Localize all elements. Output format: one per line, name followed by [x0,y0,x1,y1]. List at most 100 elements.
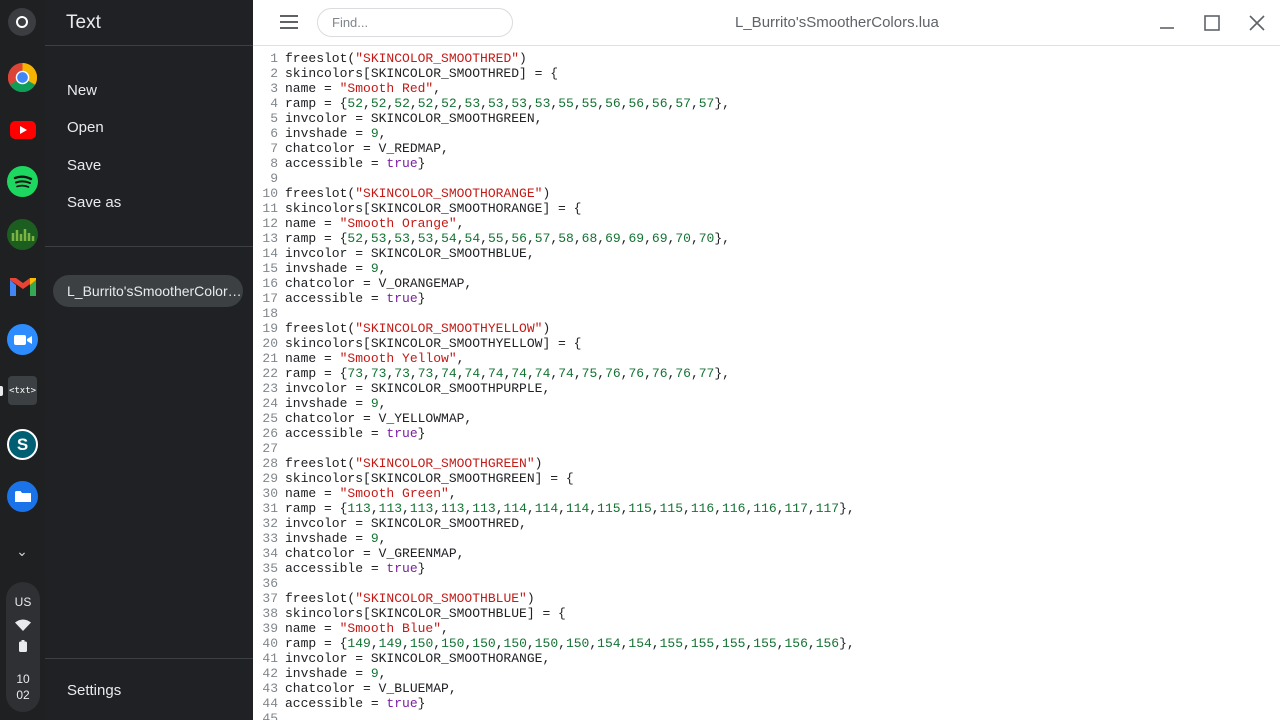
code-text[interactable]: accessible = true} [285,291,425,306]
code-line[interactable]: 45 [253,711,285,720]
code-text[interactable]: freeslot("SKINCOLOR_SMOOTHORANGE") [285,186,550,201]
code-text[interactable]: skincolors[SKINCOLOR_SMOOTHRED] = { [285,66,558,81]
code-line[interactable]: 1 freeslot("SKINCOLOR_SMOOTHRED") [253,51,527,66]
save-button[interactable]: Save [67,157,101,174]
code-text[interactable]: chatcolor = V_REDMAP, [285,141,449,156]
text-app-icon[interactable]: <txt> [8,376,37,405]
status-tray[interactable]: US 10 02 [6,582,40,712]
spotify-icon[interactable] [7,166,38,197]
code-line[interactable]: 24 invshade = 9, [253,396,386,411]
code-text[interactable]: ramp = {73,73,73,73,74,74,74,74,74,74,75… [285,366,730,381]
shelf-overflow-chevron-icon[interactable]: ⌄ [12,544,32,562]
code-line[interactable]: 21 name = "Smooth Yellow", [253,351,464,366]
code-text[interactable]: invshade = 9, [285,666,386,681]
code-text[interactable]: freeslot("SKINCOLOR_SMOOTHYELLOW") [285,321,550,336]
code-text[interactable]: name = "Smooth Green", [285,486,457,501]
minimize-icon[interactable] [1156,12,1178,34]
code-text[interactable]: invcolor = SKINCOLOR_SMOOTHORANGE, [285,651,550,666]
code-line[interactable]: 15 invshade = 9, [253,261,386,276]
code-line[interactable]: 18 [253,306,285,321]
code-text[interactable]: invshade = 9, [285,396,386,411]
code-text[interactable]: accessible = true} [285,426,425,441]
code-text[interactable]: ramp = {52,52,52,52,52,53,53,53,53,55,55… [285,96,730,111]
code-text[interactable]: invshade = 9, [285,531,386,546]
code-text[interactable]: freeslot("SKINCOLOR_SMOOTHBLUE") [285,591,535,606]
code-line[interactable]: 39 name = "Smooth Blue", [253,621,448,636]
gmail-icon[interactable] [7,271,38,302]
code-line[interactable]: 31 ramp = {113,113,113,113,113,114,114,11… [253,501,855,516]
code-line[interactable]: 44 accessible = true} [253,696,425,711]
code-line[interactable]: 43 chatcolor = V_BLUEMAP, [253,681,457,696]
code-text[interactable]: invcolor = SKINCOLOR_SMOOTHPURPLE, [285,381,550,396]
code-line[interactable]: 16 chatcolor = V_ORANGEMAP, [253,276,472,291]
maximize-icon[interactable] [1201,12,1223,34]
code-line[interactable]: 14 invcolor = SKINCOLOR_SMOOTHBLUE, [253,246,535,261]
code-line[interactable]: 17 accessible = true} [253,291,425,306]
open-button[interactable]: Open [67,119,104,136]
code-text[interactable]: ramp = {113,113,113,113,113,114,114,114,… [285,501,855,516]
s-app-icon[interactable]: S [7,429,38,460]
code-text[interactable]: skincolors[SKINCOLOR_SMOOTHORANGE] = { [285,201,581,216]
code-text[interactable]: invshade = 9, [285,126,386,141]
launcher-button[interactable] [8,8,36,36]
code-line[interactable]: 13 ramp = {52,53,53,53,54,54,55,56,57,58,… [253,231,730,246]
code-text[interactable]: ramp = {149,149,150,150,150,150,150,150,… [285,636,855,651]
code-text[interactable]: skincolors[SKINCOLOR_SMOOTHGREEN] = { [285,471,574,486]
code-line[interactable]: 41 invcolor = SKINCOLOR_SMOOTHORANGE, [253,651,550,666]
code-line[interactable]: 10 freeslot("SKINCOLOR_SMOOTHORANGE") [253,186,550,201]
youtube-icon[interactable] [7,114,38,145]
new-button[interactable]: New [67,82,97,99]
code-text[interactable]: chatcolor = V_GREENMAP, [285,546,464,561]
code-text[interactable]: name = "Smooth Yellow", [285,351,464,366]
code-line[interactable]: 26 accessible = true} [253,426,425,441]
code-line[interactable]: 7 chatcolor = V_REDMAP, [253,141,449,156]
code-line[interactable]: 40 ramp = {149,149,150,150,150,150,150,15… [253,636,855,651]
code-text[interactable]: freeslot("SKINCOLOR_SMOOTHGREEN") [285,456,542,471]
code-text[interactable]: invcolor = SKINCOLOR_SMOOTHBLUE, [285,246,535,261]
code-line[interactable]: 11 skincolors[SKINCOLOR_SMOOTHORANGE] = { [253,201,581,216]
code-line[interactable]: 2 skincolors[SKINCOLOR_SMOOTHRED] = { [253,66,558,81]
code-line[interactable]: 4 ramp = {52,52,52,52,52,53,53,53,53,55,5… [253,96,730,111]
code-line[interactable]: 32 invcolor = SKINCOLOR_SMOOTHRED, [253,516,527,531]
zoom-icon[interactable] [7,324,38,355]
code-editor[interactable]: 1 freeslot("SKINCOLOR_SMOOTHRED") 2 skincol… [253,51,1280,720]
code-line[interactable]: 23 invcolor = SKINCOLOR_SMOOTHPURPLE, [253,381,550,396]
code-line[interactable]: 42 invshade = 9, [253,666,386,681]
code-text[interactable]: accessible = true} [285,156,425,171]
search-input[interactable] [317,8,513,37]
code-text[interactable]: ramp = {52,53,53,53,54,54,55,56,57,58,68… [285,231,730,246]
settings-button[interactable]: Settings [67,682,121,699]
menu-icon[interactable] [280,15,298,29]
code-line[interactable]: 33 invshade = 9, [253,531,386,546]
code-line[interactable]: 29 skincolors[SKINCOLOR_SMOOTHGREEN] = { [253,471,574,486]
code-text[interactable]: accessible = true} [285,696,425,711]
code-line[interactable]: 8 accessible = true} [253,156,425,171]
code-text[interactable]: invshade = 9, [285,261,386,276]
open-file-tab[interactable]: L_Burrito'sSmootherColors.lua [53,275,243,307]
chrome-icon[interactable] [7,62,38,93]
code-text[interactable]: invcolor = SKINCOLOR_SMOOTHGREEN, [285,111,542,126]
code-line[interactable]: 34 chatcolor = V_GREENMAP, [253,546,464,561]
code-line[interactable]: 5 invcolor = SKINCOLOR_SMOOTHGREEN, [253,111,542,126]
code-line[interactable]: 9 [253,171,285,186]
files-icon[interactable] [7,481,38,512]
code-text[interactable]: chatcolor = V_BLUEMAP, [285,681,457,696]
code-line[interactable]: 22 ramp = {73,73,73,73,74,74,74,74,74,74,… [253,366,730,381]
code-text[interactable]: name = "Smooth Orange", [285,216,464,231]
code-text[interactable]: chatcolor = V_YELLOWMAP, [285,411,472,426]
code-line[interactable]: 19 freeslot("SKINCOLOR_SMOOTHYELLOW") [253,321,550,336]
code-text[interactable]: invcolor = SKINCOLOR_SMOOTHRED, [285,516,527,531]
code-line[interactable]: 37 freeslot("SKINCOLOR_SMOOTHBLUE") [253,591,535,606]
code-text[interactable]: skincolors[SKINCOLOR_SMOOTHBLUE] = { [285,606,566,621]
code-text[interactable]: chatcolor = V_ORANGEMAP, [285,276,472,291]
code-line[interactable]: 27 [253,441,285,456]
code-line[interactable]: 28 freeslot("SKINCOLOR_SMOOTHGREEN") [253,456,542,471]
code-line[interactable]: 30 name = "Smooth Green", [253,486,457,501]
code-line[interactable]: 20 skincolors[SKINCOLOR_SMOOTHYELLOW] = { [253,336,581,351]
code-text[interactable]: accessible = true} [285,561,425,576]
close-icon[interactable] [1246,12,1268,34]
code-line[interactable]: 25 chatcolor = V_YELLOWMAP, [253,411,472,426]
code-line[interactable]: 6 invshade = 9, [253,126,386,141]
code-line[interactable]: 38 skincolors[SKINCOLOR_SMOOTHBLUE] = { [253,606,566,621]
code-line[interactable]: 12 name = "Smooth Orange", [253,216,464,231]
